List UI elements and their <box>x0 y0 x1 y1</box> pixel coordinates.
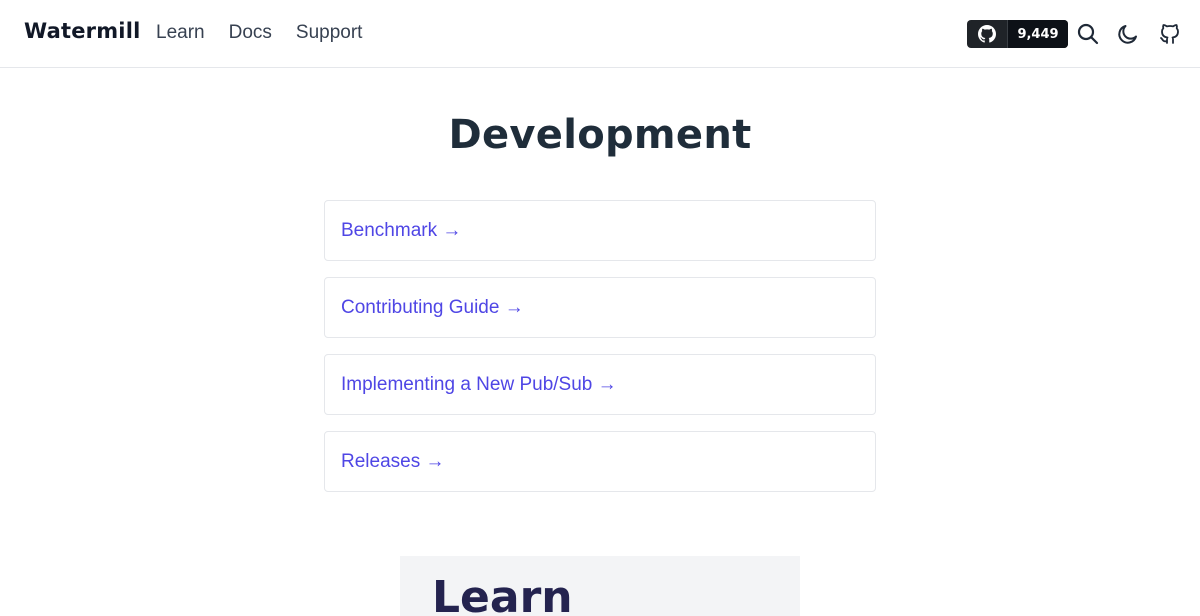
github-stars-badge[interactable]: 9,449 <box>967 20 1068 48</box>
page-title: Development <box>448 112 752 158</box>
card-contributing-guide[interactable]: Contributing Guide → <box>324 277 876 338</box>
card-releases[interactable]: Releases → <box>324 431 876 492</box>
github-icon <box>967 20 1008 48</box>
nav-item-learn[interactable]: Learn <box>156 20 205 46</box>
learn-section: Learn <box>400 556 800 616</box>
brand-logo[interactable]: Watermill <box>24 19 141 43</box>
github-icon[interactable] <box>1157 21 1183 47</box>
card-list: Benchmark → Contributing Guide → Impleme… <box>324 200 876 508</box>
card-label: Releases → <box>341 450 445 472</box>
card-implementing-pubsub[interactable]: Implementing a New Pub/Sub → <box>324 354 876 415</box>
github-star-count: 9,449 <box>1008 20 1068 48</box>
card-label: Benchmark → <box>341 219 462 241</box>
card-label: Implementing a New Pub/Sub → <box>341 373 617 395</box>
moon-icon[interactable] <box>1115 21 1141 47</box>
nav-item-support[interactable]: Support <box>296 20 363 46</box>
site-header: Watermill Learn Docs Support 9,449 <box>0 0 1200 68</box>
card-benchmark[interactable]: Benchmark → <box>324 200 876 261</box>
search-icon[interactable] <box>1075 21 1101 47</box>
nav-item-docs[interactable]: Docs <box>229 20 272 46</box>
main-nav: Learn Docs Support <box>156 20 362 46</box>
card-label: Contributing Guide → <box>341 296 524 318</box>
learn-section-title: Learn <box>432 572 573 616</box>
